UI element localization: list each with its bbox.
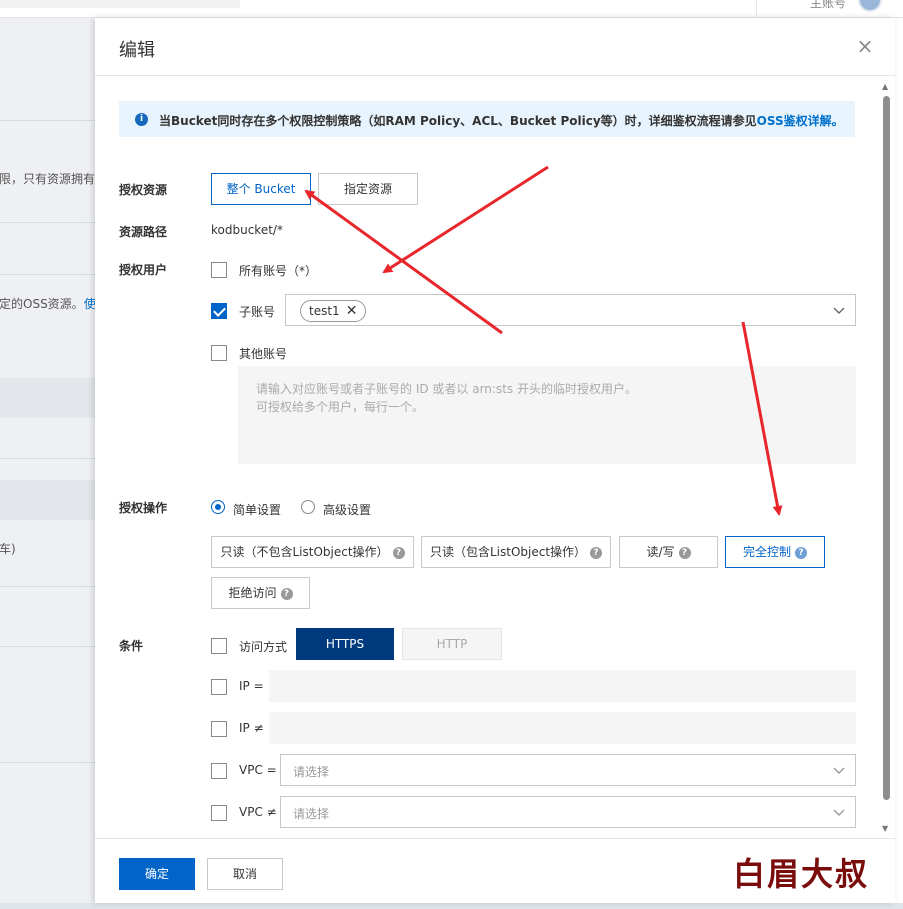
readonly-no-list-button[interactable]: 只读（不包含ListObject操作）? (211, 536, 414, 568)
top-search-bar[interactable] (0, 0, 240, 8)
bg-text: 限，只有资源拥有 (0, 172, 95, 186)
all-accounts-label: 所有账号（*） (239, 264, 318, 278)
bg-table-header (0, 480, 95, 520)
vpc-eq-checkbox[interactable] (211, 763, 227, 779)
whole-bucket-button[interactable]: 整个 Bucket (211, 173, 311, 205)
simple-setting-label: 简单设置 (233, 503, 282, 517)
advanced-setting-label: 高级设置 (323, 503, 372, 517)
bg-table-header (0, 378, 95, 418)
vpc-ne-checkbox[interactable] (211, 805, 227, 821)
bg-text: 车) (0, 542, 16, 556)
sub-account-select[interactable]: test1 ✕ (285, 294, 856, 326)
info-icon: i (135, 113, 148, 126)
confirm-button[interactable]: 确定 (119, 858, 195, 890)
oss-auth-link[interactable]: OSS鉴权详解。 (757, 114, 844, 128)
chevron-down-icon (833, 307, 845, 314)
vpc-ne-placeholder: 请选择 (293, 807, 330, 821)
resource-path-label: 资源路径 (119, 225, 168, 239)
user-label[interactable]: 主账号 (810, 0, 846, 11)
drawer-title: 编辑 (119, 40, 155, 61)
ip-ne-checkbox[interactable] (211, 721, 227, 737)
vpc-ne-label: VPC ≠ (239, 805, 277, 819)
vpc-ne-select[interactable]: 请选择 (280, 796, 856, 828)
close-icon[interactable]: × (855, 36, 875, 56)
resource-label: 授权资源 (119, 183, 168, 197)
conditions-label: 条件 (119, 639, 144, 653)
scroll-up-icon[interactable]: ▲ (882, 82, 888, 91)
scroll-thumb[interactable] (883, 96, 890, 800)
operation-label: 授权操作 (119, 501, 168, 515)
advanced-setting-radio[interactable] (301, 500, 315, 514)
all-accounts-checkbox[interactable] (211, 262, 227, 278)
ip-eq-label: IP = (239, 679, 264, 693)
drawer-scrollbar[interactable]: ▲ ▼ (881, 82, 891, 838)
top-bar: 主账号 (0, 0, 903, 18)
ip-ne-label: IP ≠ (239, 721, 264, 735)
full-control-button[interactable]: 完全控制? (725, 536, 825, 568)
user-tag: test1 ✕ (300, 300, 367, 322)
textarea-placeholder: 请输入对应账号或者子账号的 ID 或者以 arn:sts 开头的临时授权用户。 … (256, 382, 637, 414)
avatar[interactable] (858, 0, 882, 12)
bg-divider (0, 274, 95, 275)
simple-setting-radio[interactable] (211, 500, 225, 514)
vpc-eq-select[interactable]: 请选择 (280, 754, 856, 786)
chevron-down-icon (833, 767, 845, 774)
edit-drawer: 编辑 × i 当Bucket同时存在多个权限控制策略（如RAM Policy、A… (95, 18, 895, 903)
remove-tag-icon[interactable]: ✕ (346, 303, 358, 319)
info-banner: i 当Bucket同时存在多个权限控制策略（如RAM Policy、ACL、Bu… (119, 101, 855, 137)
chevron-down-icon (833, 809, 845, 816)
read-write-button[interactable]: 读/写? (619, 536, 718, 568)
bg-bottom-strip (0, 903, 903, 909)
deny-access-button[interactable]: 拒绝访问? (211, 577, 310, 609)
cancel-button[interactable]: 取消 (207, 858, 283, 890)
ip-eq-input[interactable] (269, 670, 856, 702)
readonly-with-list-button[interactable]: 只读（包含ListObject操作）? (421, 536, 611, 568)
help-icon: ? (280, 587, 293, 600)
help-icon: ? (795, 546, 807, 559)
drawer-header: 编辑 × (95, 18, 895, 76)
other-accounts-textarea[interactable]: 请输入对应账号或者子账号的 ID 或者以 arn:sts 开头的临时授权用户。 … (238, 366, 856, 464)
sub-account-checkbox[interactable] (211, 303, 227, 319)
other-accounts-checkbox[interactable] (211, 345, 227, 361)
bg-divider (0, 646, 95, 647)
bg-divider (0, 586, 95, 587)
bg-divider (0, 762, 95, 763)
sub-account-label: 子账号 (239, 305, 276, 319)
info-text: 当Bucket同时存在多个权限控制策略（如RAM Policy、ACL、Buck… (159, 114, 844, 128)
scroll-down-icon[interactable]: ▼ (882, 824, 888, 833)
bg-divider (0, 120, 95, 121)
other-accounts-label: 其他账号 (239, 347, 288, 361)
vpc-eq-placeholder: 请选择 (293, 765, 330, 779)
drawer-body: i 当Bucket同时存在多个权限控制策略（如RAM Policy、ACL、Bu… (95, 77, 879, 837)
access-method-checkbox[interactable] (211, 638, 227, 654)
http-button[interactable]: HTTP (402, 628, 502, 660)
bg-text: 定的OSS资源。使用 (0, 295, 95, 312)
specified-resource-button[interactable]: 指定资源 (318, 173, 418, 205)
help-icon: ? (678, 546, 691, 559)
access-method-label: 访问方式 (239, 640, 288, 654)
https-button[interactable]: HTTPS (296, 628, 394, 660)
vpc-eq-label: VPC = (239, 763, 277, 777)
help-icon: ? (590, 546, 603, 559)
ip-eq-checkbox[interactable] (211, 679, 227, 695)
bg-divider (0, 458, 95, 459)
ip-ne-input[interactable] (269, 712, 856, 744)
watermark: 白眉大叔 (733, 855, 870, 893)
background-content: 限，只有资源拥有 定的OSS资源。使用 车) (0, 18, 95, 909)
drawer-footer: 确定 取消 白眉大叔 (95, 838, 895, 903)
users-label: 授权用户 (119, 263, 168, 277)
bg-link[interactable]: 使用 (84, 297, 95, 311)
top-bar-divider (756, 0, 757, 18)
bg-divider (0, 222, 95, 223)
help-icon: ? (392, 546, 405, 559)
resource-path-value: kodbucket/* (211, 223, 283, 237)
